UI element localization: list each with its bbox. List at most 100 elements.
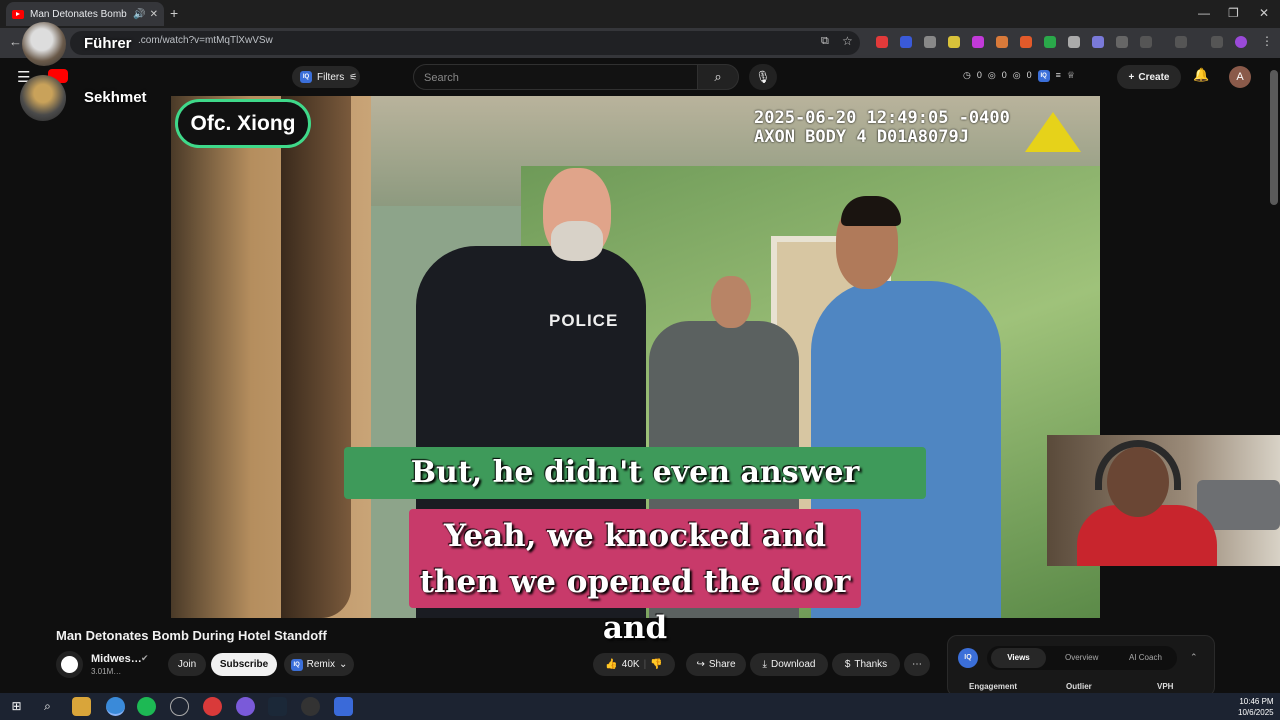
share-icon: ↪ — [696, 659, 705, 670]
share-button[interactable]: ↪ Share — [686, 653, 746, 676]
like-button[interactable]: 👍 40K | 👎 — [593, 653, 675, 676]
filters-button[interactable]: IQ Filters ⚟ — [292, 66, 360, 88]
app-icon[interactable] — [236, 697, 255, 716]
new-tab-button[interactable]: + — [170, 5, 178, 21]
clock-date: 10/6/2025 — [1238, 708, 1274, 717]
taskbar-clock[interactable]: 10:46 PM 10/6/2025 — [1238, 696, 1274, 718]
create-label: Create — [1138, 71, 1170, 83]
extension-icon[interactable] — [924, 36, 936, 48]
create-button[interactable]: + Create — [1117, 65, 1181, 89]
counter-eye-icon: ◎ — [987, 70, 996, 80]
collapse-chevron-icon[interactable]: ⌃ — [1190, 652, 1198, 663]
overlay-username: Sekhmet — [84, 89, 147, 106]
clock-time: 10:46 PM — [1239, 697, 1274, 706]
counter-value: 0 — [1026, 70, 1032, 80]
app-icon[interactable] — [170, 697, 189, 716]
tab-close-icon[interactable]: ✕ — [150, 9, 158, 20]
search-icon[interactable]: ⌕ — [38, 697, 57, 716]
video-scene-door-frame — [281, 96, 351, 618]
iq-column-outlier: Outlier — [1066, 682, 1092, 691]
iq-column-vph: VPH — [1157, 682, 1174, 691]
webcam-headset-shape — [1095, 440, 1181, 490]
remix-label: Remix — [306, 659, 335, 670]
media-icon[interactable] — [1211, 36, 1223, 48]
channel-name[interactable]: Midwes… — [91, 653, 142, 665]
app-icon[interactable] — [334, 697, 353, 716]
minimize-icon[interactable]: — — [1198, 6, 1210, 20]
windows-start-icon[interactable]: ⊞ — [7, 697, 26, 716]
extension-icon[interactable] — [1092, 36, 1104, 48]
like-count: 40K — [621, 659, 640, 670]
extension-icon[interactable] — [1020, 36, 1032, 48]
extension-icon[interactable] — [1068, 36, 1080, 48]
subtitle-block-2: Yeah, we knocked and then we opened the … — [409, 509, 861, 646]
search-icon: ⌕ — [714, 69, 722, 84]
profile-avatar[interactable] — [1235, 36, 1247, 48]
counter-clock-icon: ◷ — [963, 70, 971, 80]
remix-button[interactable]: IQ Remix ⌄ — [284, 653, 354, 676]
thumbs-up-icon: 👍 — [605, 659, 618, 670]
audio-icon[interactable]: 🔊 — [133, 9, 145, 20]
url-text[interactable]: .com/watch?v=mtMqTlXwVSw — [138, 35, 273, 46]
obs-icon[interactable] — [301, 697, 320, 716]
sliders-icon: ⚟ — [349, 71, 358, 82]
share-label: Share — [708, 659, 736, 670]
overlay-avatar — [22, 22, 66, 66]
page-scrollbar[interactable] — [1270, 70, 1278, 205]
chevron-down-icon: ⌄ — [338, 659, 348, 670]
voice-search-button[interactable]: 🎙 — [749, 64, 777, 90]
browser-tab[interactable]: Man Detonates Bomb During 🔊 ✕ — [6, 2, 164, 26]
steam-icon[interactable] — [268, 697, 287, 716]
thanks-button[interactable]: $ Thanks — [832, 653, 900, 676]
subtitle-line-1: But, he didn't even answer anything? — [344, 447, 926, 542]
trophy-icon[interactable]: ♕ — [1067, 70, 1075, 82]
more-actions-button[interactable]: ⋯ — [904, 653, 930, 676]
spotify-icon[interactable] — [137, 697, 156, 716]
app-icon[interactable] — [203, 697, 222, 716]
window-close-icon[interactable]: ✕ — [1259, 6, 1269, 20]
extensions-puzzle-icon[interactable] — [1140, 36, 1152, 48]
iq-tab-overview[interactable]: Overview — [1065, 653, 1098, 662]
webcam-overlay — [1047, 435, 1280, 566]
extension-icon[interactable] — [996, 36, 1008, 48]
extension-icon[interactable] — [948, 36, 960, 48]
back-icon[interactable]: ← — [9, 34, 22, 49]
extension-icon[interactable] — [972, 36, 984, 48]
iq-icon: IQ — [300, 71, 312, 83]
iq-icon[interactable]: IQ — [1037, 70, 1050, 82]
thumbs-down-icon[interactable]: 👎 — [650, 659, 662, 670]
restore-icon[interactable]: ❐ — [1228, 6, 1239, 20]
join-button[interactable]: Join — [168, 653, 206, 676]
chrome-icon[interactable] — [106, 697, 125, 716]
user-avatar[interactable]: A — [1229, 66, 1251, 88]
thanks-label: Thanks — [854, 659, 888, 670]
file-explorer-icon[interactable] — [72, 697, 91, 716]
subtitle-line-2a: Yeah, we knocked and — [443, 518, 827, 554]
person-shape — [551, 221, 603, 261]
microphone-icon: 🎙 — [755, 70, 771, 84]
search-input[interactable]: Search — [413, 64, 698, 90]
download-button[interactable]: ⤓ Download — [750, 653, 828, 676]
search-button[interactable]: ⌕ — [697, 64, 739, 90]
extension-icon[interactable] — [1044, 36, 1056, 48]
extension-icon[interactable] — [876, 36, 888, 48]
side-panel-icon[interactable] — [1175, 36, 1187, 48]
overlay-username: Führer — [84, 35, 132, 52]
subtitle-line-2b: then we opened the door and — [419, 564, 851, 646]
extension-icon[interactable] — [900, 36, 912, 48]
channel-avatar[interactable] — [56, 651, 83, 678]
thanks-icon: $ — [844, 659, 851, 670]
camera-timestamp-text: 2025-06-20 12:49:05 -0400 — [754, 108, 1010, 128]
cast-icon[interactable]: ⧉ — [821, 35, 829, 48]
filters-label: Filters — [317, 71, 345, 83]
camera-device-text: AXON BODY 4 D01A8079J — [754, 127, 969, 147]
notifications-bell-icon[interactable]: 🔔 — [1193, 67, 1209, 83]
browser-menu-icon[interactable]: ⋮ — [1261, 34, 1273, 48]
list-icon[interactable]: ≡ — [1056, 70, 1061, 82]
vest-text: POLICE — [549, 311, 619, 330]
extension-icon[interactable] — [1116, 36, 1128, 48]
iq-tab-views[interactable]: Views — [991, 648, 1046, 668]
iq-tab-ai-coach[interactable]: AI Coach — [1129, 653, 1162, 662]
bookmark-star-icon[interactable]: ☆ — [842, 34, 853, 48]
subscribe-button[interactable]: Subscribe — [211, 653, 277, 676]
